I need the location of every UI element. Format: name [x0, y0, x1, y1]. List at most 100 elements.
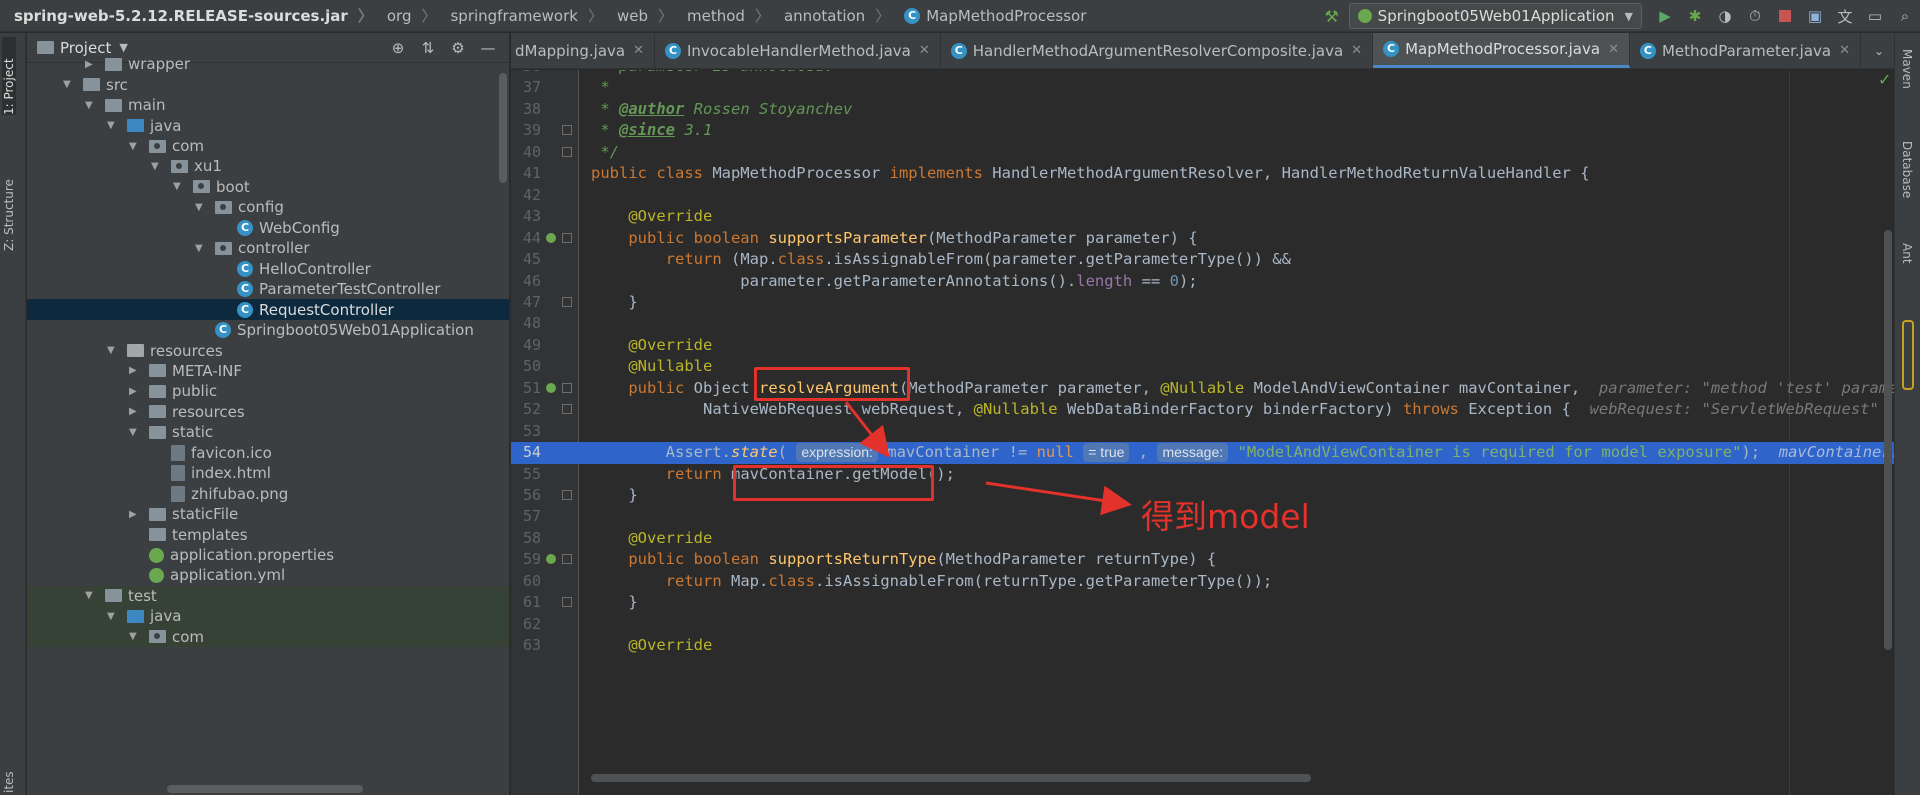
- tree-item[interactable]: ▶ staticFile: [27, 504, 509, 524]
- collapse-arrow-icon[interactable]: ▶: [129, 365, 143, 376]
- tree-item[interactable]: ▼ main: [27, 95, 509, 115]
- spring-config-icon: [149, 547, 164, 563]
- favorites-tool-tab[interactable]: ites: [2, 763, 16, 793]
- breadcrumb-item[interactable]: method 〉: [673, 0, 770, 32]
- close-icon[interactable]: ✕: [1839, 43, 1850, 58]
- tree-item[interactable]: ▼ static: [27, 422, 509, 442]
- breadcrumb-item[interactable]: springframework 〉: [436, 0, 603, 32]
- editor-tab[interactable]: C InvocableHandlerMethod.java ✕: [655, 33, 941, 68]
- code-editor[interactable]: 36 * parameter is annotated.37 *38 * @au…: [511, 70, 1894, 795]
- tree-item[interactable]: ▶ wrapper: [27, 54, 509, 74]
- tree-item[interactable]: ▼ xu1: [27, 156, 509, 176]
- editor-tab[interactable]: C MethodParameter.java ✕: [1630, 33, 1861, 68]
- collapse-arrow-icon[interactable]: ▶: [129, 509, 143, 520]
- breadcrumb-separator-icon: 〉: [754, 7, 770, 25]
- run-configuration-selector[interactable]: Springboot05Web01Application ▼: [1348, 3, 1642, 29]
- breadcrumb-separator-icon: 〉: [587, 7, 603, 25]
- expand-arrow-icon[interactable]: ▼: [173, 181, 187, 192]
- expand-arrow-icon[interactable]: ▼: [85, 590, 99, 601]
- tree-item[interactable]: C HelloController: [27, 259, 509, 279]
- translate-icon[interactable]: 文: [1830, 0, 1860, 32]
- coverage-icon[interactable]: ◑: [1710, 0, 1740, 32]
- project-vertical-scrollbar[interactable]: [499, 73, 507, 183]
- build-hammer-icon[interactable]: ⚒: [1315, 0, 1349, 32]
- tree-item[interactable]: ▼ config: [27, 197, 509, 217]
- expand-arrow-icon[interactable]: ▼: [129, 631, 143, 642]
- tree-item[interactable]: templates: [27, 524, 509, 544]
- tree-item[interactable]: ▼ java: [27, 115, 509, 135]
- project-horizontal-scrollbar[interactable]: [167, 785, 363, 793]
- collapse-arrow-icon[interactable]: ▶: [85, 59, 99, 70]
- tree-item[interactable]: ▼ com: [27, 136, 509, 156]
- close-icon[interactable]: ✕: [1608, 42, 1619, 57]
- expand-arrow-icon[interactable]: ▼: [63, 79, 77, 90]
- tree-item[interactable]: ▼ java: [27, 606, 509, 627]
- expand-arrow-icon[interactable]: ▼: [107, 345, 121, 356]
- tree-item[interactable]: C WebConfig: [27, 218, 509, 238]
- tree-item[interactable]: application.properties: [27, 545, 509, 565]
- tabs-overflow-chevron-icon[interactable]: ⌄: [1864, 33, 1894, 68]
- tree-item[interactable]: ▼ boot: [27, 177, 509, 197]
- tree-item[interactable]: C Springboot05Web01Application: [27, 320, 509, 340]
- expand-arrow-icon[interactable]: ▼: [85, 100, 99, 111]
- breadcrumb-item[interactable]: C MapMethodProcessor: [890, 0, 1086, 32]
- run-icon[interactable]: ▶: [1650, 0, 1680, 32]
- profile-icon[interactable]: ⏱: [1740, 0, 1770, 32]
- breadcrumb-item[interactable]: web 〉: [603, 0, 673, 32]
- tree-item[interactable]: ▶ META-INF: [27, 361, 509, 381]
- ant-tool-tab[interactable]: Ant: [1900, 243, 1914, 264]
- editor-tab-label: InvocableHandlerMethod.java: [687, 41, 911, 60]
- editor-tab[interactable]: dMapping.java ✕: [511, 33, 655, 68]
- breadcrumb-label: method: [687, 6, 745, 25]
- tree-item-label: HelloController: [259, 259, 371, 278]
- close-icon[interactable]: ✕: [1351, 43, 1362, 58]
- breadcrumb-item[interactable]: spring-web-5.2.12.RELEASE-sources.jar 〉: [0, 0, 373, 32]
- tree-item[interactable]: application.yml: [27, 565, 509, 585]
- search-icon[interactable]: ⌕: [1890, 0, 1920, 32]
- maven-tool-tab[interactable]: Maven: [1900, 49, 1914, 89]
- tree-item[interactable]: C ParameterTestController: [27, 279, 509, 299]
- editor-tab[interactable]: C MapMethodProcessor.java ✕: [1373, 33, 1630, 68]
- expand-arrow-icon[interactable]: ▼: [195, 243, 209, 254]
- tree-item[interactable]: ▼ resources: [27, 340, 509, 360]
- editor-tab[interactable]: C HandlerMethodArgumentResolverComposite.…: [941, 33, 1374, 68]
- editor-vertical-scrollbar[interactable]: [1884, 230, 1892, 650]
- tree-item[interactable]: ▶ public: [27, 381, 509, 401]
- close-icon[interactable]: ✕: [919, 43, 930, 58]
- close-icon[interactable]: ✕: [633, 43, 644, 58]
- folder-icon: [105, 589, 122, 603]
- tree-item[interactable]: ▼ com: [27, 626, 509, 648]
- annotation-label: 得到model: [1141, 497, 1310, 536]
- expand-arrow-icon[interactable]: ▼: [107, 120, 121, 131]
- structure-tool-tab[interactable]: Z: Structure: [2, 147, 16, 251]
- expand-arrow-icon[interactable]: ▼: [195, 202, 209, 213]
- breadcrumb-item[interactable]: annotation 〉: [770, 0, 890, 32]
- tree-item-label: xu1: [194, 157, 222, 176]
- collapse-arrow-icon[interactable]: ▶: [129, 386, 143, 397]
- editor-horizontal-scrollbar[interactable]: [591, 774, 1311, 782]
- collapse-arrow-icon[interactable]: ▶: [129, 406, 143, 417]
- tree-item[interactable]: zhifubao.png: [27, 483, 509, 503]
- expand-arrow-icon[interactable]: ▼: [151, 161, 165, 172]
- expand-arrow-icon[interactable]: ▼: [129, 141, 143, 152]
- tree-item[interactable]: C RequestController: [27, 299, 509, 320]
- stop-icon[interactable]: [1770, 0, 1800, 32]
- tree-item[interactable]: ▼ controller: [27, 238, 509, 258]
- breadcrumb-item[interactable]: org 〉: [373, 0, 437, 32]
- project-panel: Project ▼ ⊕ ⇅ ⚙ — ▶ wrapper ▼ src ▼ main ▼ java…: [27, 33, 510, 795]
- tree-item[interactable]: ▶ resources: [27, 402, 509, 422]
- expand-arrow-icon[interactable]: ▼: [107, 611, 121, 622]
- tree-item[interactable]: favicon.ico: [27, 443, 509, 463]
- project-tool-tab[interactable]: 1: Project: [2, 37, 16, 115]
- memory-indicator-icon[interactable]: [1902, 320, 1914, 390]
- expand-arrow-icon[interactable]: ▼: [129, 427, 143, 438]
- breadcrumb-separator-icon: 〉: [421, 7, 437, 25]
- tree-item[interactable]: ▼ test: [27, 585, 509, 607]
- debug-icon[interactable]: ✱: [1680, 0, 1710, 32]
- tree-item[interactable]: index.html: [27, 463, 509, 483]
- tree-item[interactable]: ▼ src: [27, 74, 509, 94]
- layout-icon[interactable]: ▭: [1860, 0, 1890, 32]
- project-structure-icon[interactable]: ▣: [1800, 0, 1830, 32]
- database-tool-tab[interactable]: Database: [1900, 141, 1914, 198]
- chevron-down-icon[interactable]: ▼: [119, 41, 127, 54]
